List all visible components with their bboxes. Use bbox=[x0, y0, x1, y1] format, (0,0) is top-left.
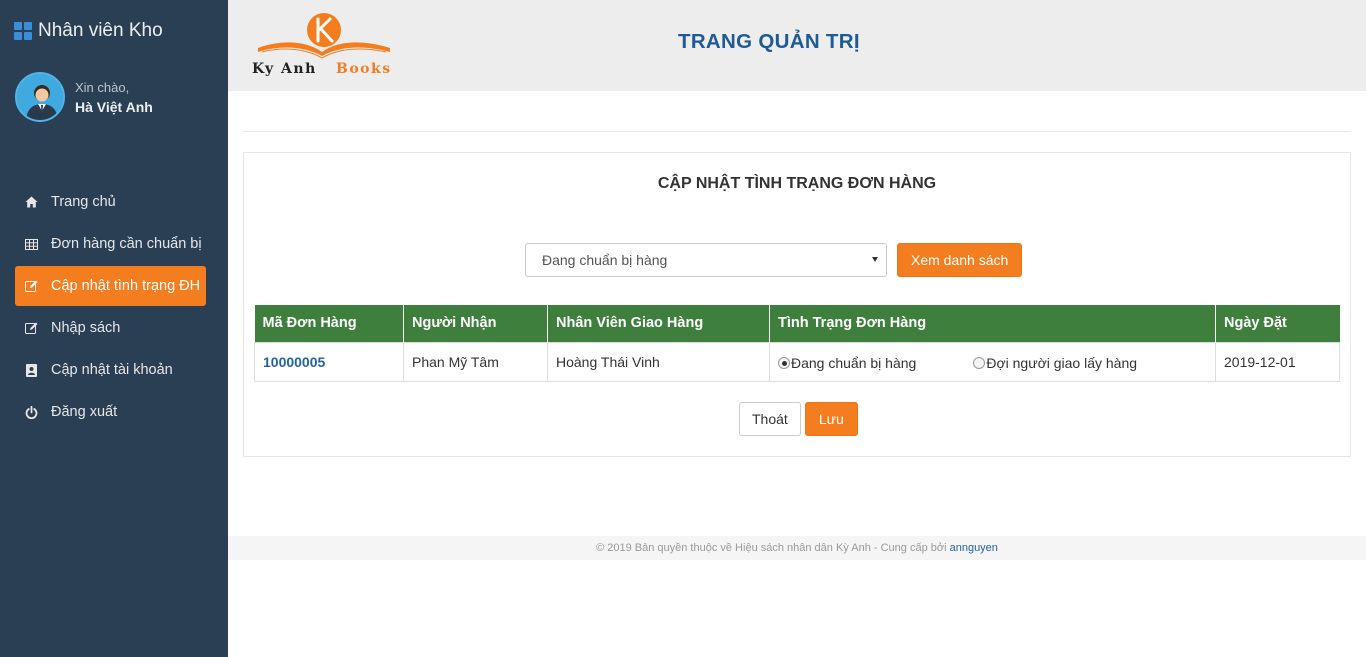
exit-button[interactable]: Thoát bbox=[739, 402, 801, 436]
sidebar-item-label: Trang chủ bbox=[51, 194, 116, 210]
sidebar-menu: Trang chủ Đơn hàng cần chuẩn bị Cập nhật… bbox=[15, 182, 206, 434]
status-radio-group: Đang chuẩn bị hàng Đợi người giao lấy hà… bbox=[778, 352, 1207, 371]
table-row: 10000005 Phan Mỹ Tâm Hoàng Thái Vinh Đan… bbox=[254, 341, 1340, 382]
filter-bar: Đang chuẩn bị hàng Xem danh sách bbox=[525, 243, 1023, 277]
home-icon bbox=[24, 195, 38, 209]
status-option-preparing[interactable]: Đang chuẩn bị hàng bbox=[778, 355, 916, 371]
sidebar-item-label: Nhập sách bbox=[51, 320, 121, 336]
form-actions: Thoát Lưu bbox=[739, 402, 858, 436]
user-profile: Xin chào, Hà Việt Anh bbox=[15, 72, 153, 122]
panel-title: CẬP NHẬT TÌNH TRẠNG ĐƠN HÀNG bbox=[657, 175, 937, 192]
divider bbox=[243, 131, 1351, 132]
sidebar-item-home[interactable]: Trang chủ bbox=[15, 182, 206, 222]
order-id-link[interactable]: 10000005 bbox=[263, 354, 325, 370]
greeting-text: Xin chào, bbox=[75, 79, 130, 95]
status-option-label: Đang chuẩn bị hàng bbox=[791, 355, 917, 371]
radio-unchecked-icon[interactable] bbox=[973, 357, 986, 369]
brand-logo[interactable]: Ky Anh Books bbox=[250, 10, 400, 80]
order-status-panel: CẬP NHẬT TÌNH TRẠNG ĐƠN HÀNG Đang chuẩn … bbox=[243, 152, 1351, 457]
col-header-order-id: Mã Đơn Hàng bbox=[254, 305, 404, 342]
sidebar-item-label: Đơn hàng cần chuẩn bị bbox=[51, 236, 202, 252]
edit-icon bbox=[24, 279, 38, 293]
copyright-text: © 2019 Bản quyền thuộc về Hiệu sách nhân… bbox=[596, 542, 947, 554]
col-header-shipper: Nhân Viên Giao Hàng bbox=[547, 305, 770, 342]
radio-checked-icon[interactable] bbox=[778, 357, 790, 369]
account-icon bbox=[24, 363, 38, 377]
edit-icon bbox=[24, 321, 38, 335]
recipient-cell: Phan Mỹ Tâm bbox=[403, 341, 548, 382]
sidebar-item-orders-to-prepare[interactable]: Đơn hàng cần chuẩn bị bbox=[15, 224, 206, 264]
status-option-label: Đợi người giao lấy hàng bbox=[986, 355, 1138, 371]
username: Hà Việt Anh bbox=[75, 98, 153, 115]
sidebar: Nhân viên Kho Xin chào, Hà Việt Anh Tran… bbox=[0, 0, 228, 657]
power-icon bbox=[24, 405, 38, 419]
caret-down-icon bbox=[872, 257, 878, 262]
dashboard-icon bbox=[14, 22, 32, 40]
sidebar-item-import-books[interactable]: Nhập sách bbox=[15, 308, 206, 348]
logo-text-primary: Ky Anh bbox=[252, 61, 317, 77]
col-header-status: Tình Trạng Đơn Hàng bbox=[769, 305, 1216, 342]
select-value: Đang chuẩn bị hàng bbox=[542, 252, 668, 268]
top-header: Ky Anh Books TRANG QUẢN TRỊ bbox=[228, 0, 1366, 91]
brand-title: Nhân viên Kho bbox=[38, 20, 163, 41]
sidebar-item-update-order-status[interactable]: Cập nhật tình trạng ĐH bbox=[15, 266, 206, 306]
sidebar-item-label: Cập nhật tình trạng ĐH bbox=[51, 278, 201, 294]
status-filter-select[interactable]: Đang chuẩn bị hàng bbox=[525, 243, 887, 277]
save-button[interactable]: Lưu bbox=[804, 402, 858, 436]
table-header-row: Mã Đơn Hàng Người Nhận Nhân Viên Giao Hà… bbox=[254, 305, 1340, 342]
sidebar-brand[interactable]: Nhân viên Kho bbox=[14, 20, 163, 42]
col-header-recipient: Người Nhận bbox=[403, 305, 548, 342]
view-list-button[interactable]: Xem danh sách bbox=[897, 243, 1023, 277]
author-link[interactable]: annguyen bbox=[950, 542, 998, 554]
sidebar-item-logout[interactable]: Đăng xuất bbox=[15, 392, 206, 432]
status-option-awaiting-pickup[interactable]: Đợi người giao lấy hàng bbox=[973, 355, 1137, 371]
shipper-cell: Hoàng Thái Vinh bbox=[547, 341, 770, 382]
logo-text-secondary: Books bbox=[336, 61, 392, 77]
sidebar-item-label: Đăng xuất bbox=[51, 404, 118, 420]
sidebar-item-label: Cập nhật tài khoản bbox=[51, 362, 173, 378]
sidebar-item-update-account[interactable]: Cập nhật tài khoản bbox=[15, 350, 206, 390]
footer: © 2019 Bản quyền thuộc về Hiệu sách nhân… bbox=[228, 536, 1366, 560]
order-date-cell: 2019-12-01 bbox=[1215, 341, 1340, 382]
status-cell: Đang chuẩn bị hàng Đợi người giao lấy hà… bbox=[769, 341, 1216, 382]
avatar bbox=[15, 72, 65, 122]
page-title: TRANG QUẢN TRỊ bbox=[678, 30, 860, 53]
orders-table: Mã Đơn Hàng Người Nhận Nhân Viên Giao Hà… bbox=[254, 305, 1340, 382]
table-icon bbox=[24, 237, 38, 251]
col-header-order-date: Ngày Đặt bbox=[1215, 305, 1340, 342]
